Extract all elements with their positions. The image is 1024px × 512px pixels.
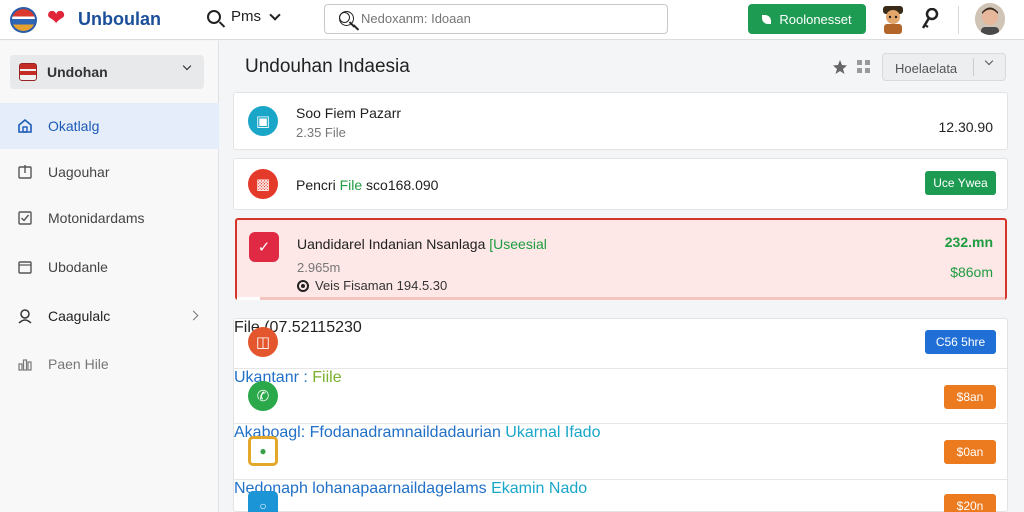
divider bbox=[973, 58, 974, 76]
workspace-name: Undohan bbox=[47, 64, 108, 80]
list-item[interactable]: ○ Nedonaph lohanapaarnaildagelams Ekamin… bbox=[234, 480, 1007, 512]
list-item[interactable]: ✆ Ukantanr : Fiile $8an bbox=[234, 369, 1007, 423]
home-icon bbox=[18, 118, 32, 133]
item-title-highlight: Ukarnal Ifado bbox=[505, 424, 601, 441]
document-icon: ● bbox=[248, 436, 278, 466]
chevron-down-icon bbox=[269, 8, 281, 21]
gift-icon: ▣ bbox=[248, 106, 278, 136]
sort-dropdown-value: Hoelaelata bbox=[895, 61, 958, 76]
record-icon bbox=[297, 280, 309, 292]
list-item[interactable]: ▩ Pencri File sco168.090 Uce Ywea bbox=[233, 158, 1008, 210]
character-avatar-icon[interactable] bbox=[879, 4, 907, 34]
item-title: Ukantanr : Fiile bbox=[234, 369, 342, 386]
chevron-down-icon bbox=[984, 56, 994, 66]
item-progress-bar bbox=[237, 297, 1005, 300]
app-brand[interactable]: Unboulan bbox=[78, 9, 161, 30]
file-list-panel: ◫ File (07.52115230 C56 5hre ✆ Ukantanr … bbox=[233, 318, 1008, 512]
sidebar-item-label: Ubodanle bbox=[48, 259, 108, 275]
primary-action-label: Roolonesset bbox=[779, 11, 852, 27]
calendar-icon bbox=[18, 261, 32, 274]
item-subtitle: 2.965m bbox=[297, 260, 341, 275]
search-input[interactable] bbox=[361, 11, 621, 26]
sidebar-item-uagouhar[interactable]: Uagouhar bbox=[0, 149, 219, 195]
primary-action-button[interactable]: Roolonesset bbox=[748, 4, 866, 34]
calendar-icon: ▩ bbox=[248, 169, 278, 199]
chevron-down-icon bbox=[182, 61, 192, 71]
sidebar-item-label: Caagulalc bbox=[48, 308, 111, 324]
sidebar-item-ubodanle[interactable]: Ubodanle bbox=[0, 244, 219, 290]
chevron-right-icon bbox=[188, 310, 199, 321]
item-meta-text: Veis Fisaman 194.5.30 bbox=[315, 278, 448, 293]
list-item-selected[interactable]: ✓ Uandidarel Indanian Nsanlaga [Useesial… bbox=[235, 218, 1007, 300]
download-icon bbox=[18, 165, 32, 179]
leaf-icon bbox=[762, 14, 772, 24]
search-submit-icon[interactable] bbox=[339, 11, 354, 26]
workspace-switcher[interactable]: Undohan bbox=[10, 55, 204, 89]
sidebar-item-paen-hile[interactable]: Paen Hile bbox=[0, 341, 219, 387]
check-icon: ✓ bbox=[249, 232, 279, 262]
sidebar-item-caagulalc[interactable]: Caagulalc bbox=[0, 293, 219, 339]
item-title-text: Pencri bbox=[296, 177, 340, 193]
user-avatar[interactable] bbox=[975, 3, 1005, 35]
sort-dropdown[interactable]: Hoelaelata bbox=[882, 53, 1006, 81]
item-title-highlight: File bbox=[339, 177, 363, 193]
divider bbox=[958, 6, 959, 34]
search-icon bbox=[207, 9, 221, 24]
checkbox-icon bbox=[18, 211, 32, 225]
item-title-text: Ukantanr : bbox=[234, 369, 313, 386]
item-title: Nedonaph lohanapaarnaildagelams Ekamin N… bbox=[234, 480, 587, 497]
share-button[interactable]: C56 5hre bbox=[925, 330, 996, 354]
item-amount: 232.mn bbox=[944, 234, 993, 250]
grid-view-icon[interactable] bbox=[856, 59, 872, 75]
phone-icon: ✆ bbox=[248, 381, 278, 411]
item-title: Uandidarel Indanian Nsanlaga [Useesial bbox=[297, 236, 547, 252]
item-value: 12.30.90 bbox=[938, 119, 994, 135]
price-button[interactable]: $20n bbox=[944, 494, 996, 512]
price-button[interactable]: $8an bbox=[944, 385, 996, 409]
item-title-highlight: [Useesial bbox=[489, 236, 547, 252]
sidebar: Undohan Okatlalg Uagouhar Motonidardams … bbox=[0, 41, 219, 512]
sidebar-item-label: Okatlalg bbox=[48, 118, 100, 134]
chart-icon bbox=[18, 359, 32, 371]
item-title: Soo Fiem Pazarr bbox=[296, 105, 402, 121]
search-scope-toggle[interactable]: Pms bbox=[207, 8, 281, 25]
sidebar-item-label: Paen Hile bbox=[48, 356, 109, 372]
item-title: Akaboagl: Ffodanadramnaildadaurian Ukarn… bbox=[234, 424, 600, 441]
page-title: Undouhan Indaesia bbox=[245, 56, 410, 77]
flag-icon bbox=[19, 63, 37, 81]
item-title: Pencri File sco168.090 bbox=[296, 177, 438, 193]
lock-icon: ○ bbox=[248, 491, 278, 512]
item-title-suffix: sco168.090 bbox=[362, 177, 439, 193]
item-progress-fill bbox=[237, 297, 261, 300]
top-bar: ❤ Unboulan Pms Roolonesset bbox=[0, 0, 1024, 40]
use-button[interactable]: Uce Ywea bbox=[925, 171, 996, 195]
key-icon[interactable] bbox=[921, 8, 939, 30]
user-icon bbox=[18, 309, 32, 324]
item-title-middle: Indanian Nsanlaga bbox=[368, 236, 490, 252]
heart-logo-icon: ❤ bbox=[47, 5, 66, 30]
search-scope-label: Pms bbox=[231, 8, 261, 25]
item-amount-secondary: $86om bbox=[950, 264, 993, 280]
list-item[interactable]: ▣ Soo Fiem Pazarr 2.35 File 12.30.90 bbox=[233, 92, 1008, 150]
list-item[interactable]: ● Akaboagl: Ffodanadramnaildadaurian Uka… bbox=[234, 424, 1007, 479]
star-icon[interactable] bbox=[832, 59, 848, 75]
search-box[interactable] bbox=[324, 4, 668, 34]
sidebar-item-okatlalg[interactable]: Okatlalg bbox=[0, 103, 219, 149]
item-title-text: Uandidarel bbox=[297, 236, 369, 252]
item-title-highlight: Fiile bbox=[312, 369, 342, 386]
sidebar-item-label: Uagouhar bbox=[48, 164, 110, 180]
sidebar-item-motonidardams[interactable]: Motonidardams bbox=[0, 195, 219, 241]
price-button[interactable]: $0an bbox=[944, 440, 996, 464]
briefcase-icon: ◫ bbox=[248, 327, 278, 357]
item-title-highlight: Ekamin Nado bbox=[491, 480, 588, 497]
flag-logo-icon[interactable] bbox=[10, 7, 37, 33]
sidebar-item-label: Motonidardams bbox=[48, 210, 145, 226]
list-item[interactable]: ◫ File (07.52115230 C56 5hre bbox=[234, 319, 1007, 368]
item-subtitle: 2.35 File bbox=[296, 125, 346, 140]
item-meta: Veis Fisaman 194.5.30 bbox=[297, 278, 447, 293]
